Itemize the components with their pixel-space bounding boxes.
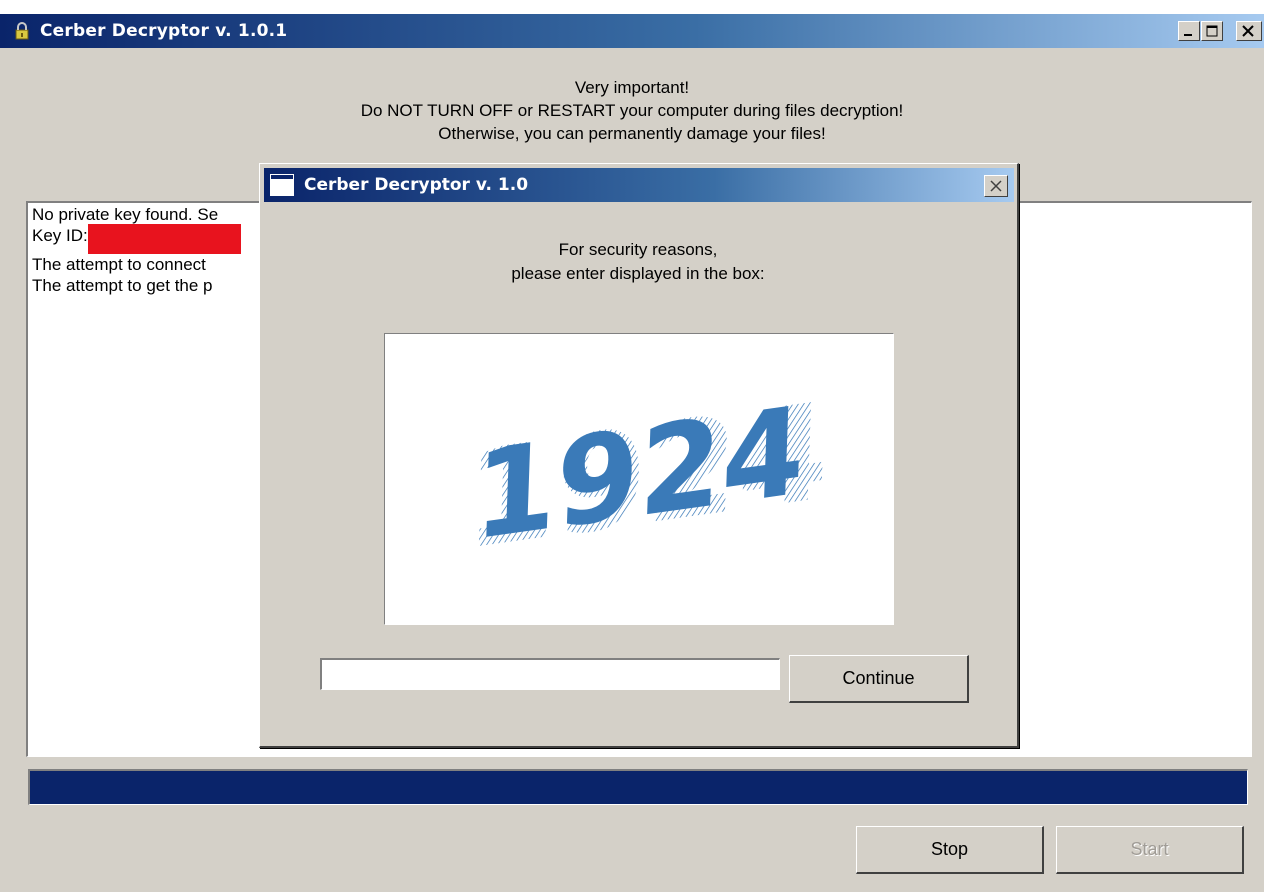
captcha-graphic: 1924 1924 (462, 374, 831, 580)
close-icon (990, 180, 1002, 192)
captcha-dialog: Cerber Decryptor v. 1.0 For security rea… (259, 163, 1019, 748)
stop-button[interactable]: Stop (856, 826, 1044, 874)
key-id-label: Key ID: (32, 226, 88, 245)
close-button[interactable] (1236, 21, 1262, 41)
close-icon (1242, 25, 1254, 37)
maximize-icon (1206, 25, 1218, 37)
captcha-text: 1924 (471, 380, 807, 568)
start-button[interactable]: Start (1056, 826, 1244, 874)
warning-line-2: Do NOT TURN OFF or RESTART your computer… (360, 101, 904, 120)
continue-button[interactable]: Continue (789, 655, 969, 703)
captcha-image: 1924 1924 (384, 333, 894, 625)
dialog-close-button[interactable] (984, 175, 1008, 197)
warning-message: Very important! Do NOT TURN OFF or RESTA… (0, 76, 1264, 145)
warning-line-3: Otherwise, you can permanently damage yo… (438, 124, 826, 143)
redacted-key-id (87, 224, 241, 254)
window-icon (270, 174, 294, 196)
warning-line-1: Very important! (574, 78, 690, 97)
dialog-title: Cerber Decryptor v. 1.0 (304, 175, 529, 195)
progress-fill (30, 771, 1247, 804)
main-window-title: Cerber Decryptor v. 1.0.1 (40, 21, 288, 41)
dialog-message: For security reasons, please enter displ… (260, 238, 1016, 286)
main-titlebar[interactable]: Cerber Decryptor v. 1.0.1 (0, 14, 1264, 48)
maximize-button[interactable] (1201, 21, 1223, 41)
lock-icon (15, 22, 29, 40)
minimize-icon (1184, 34, 1192, 36)
dialog-message-line-2: please enter displayed in the box: (511, 264, 765, 283)
dialog-titlebar[interactable]: Cerber Decryptor v. 1.0 (264, 168, 1014, 202)
minimize-button[interactable] (1178, 21, 1200, 41)
dialog-message-line-1: For security reasons, (558, 240, 718, 259)
progress-bar (28, 769, 1248, 805)
captcha-input[interactable] (320, 658, 780, 690)
